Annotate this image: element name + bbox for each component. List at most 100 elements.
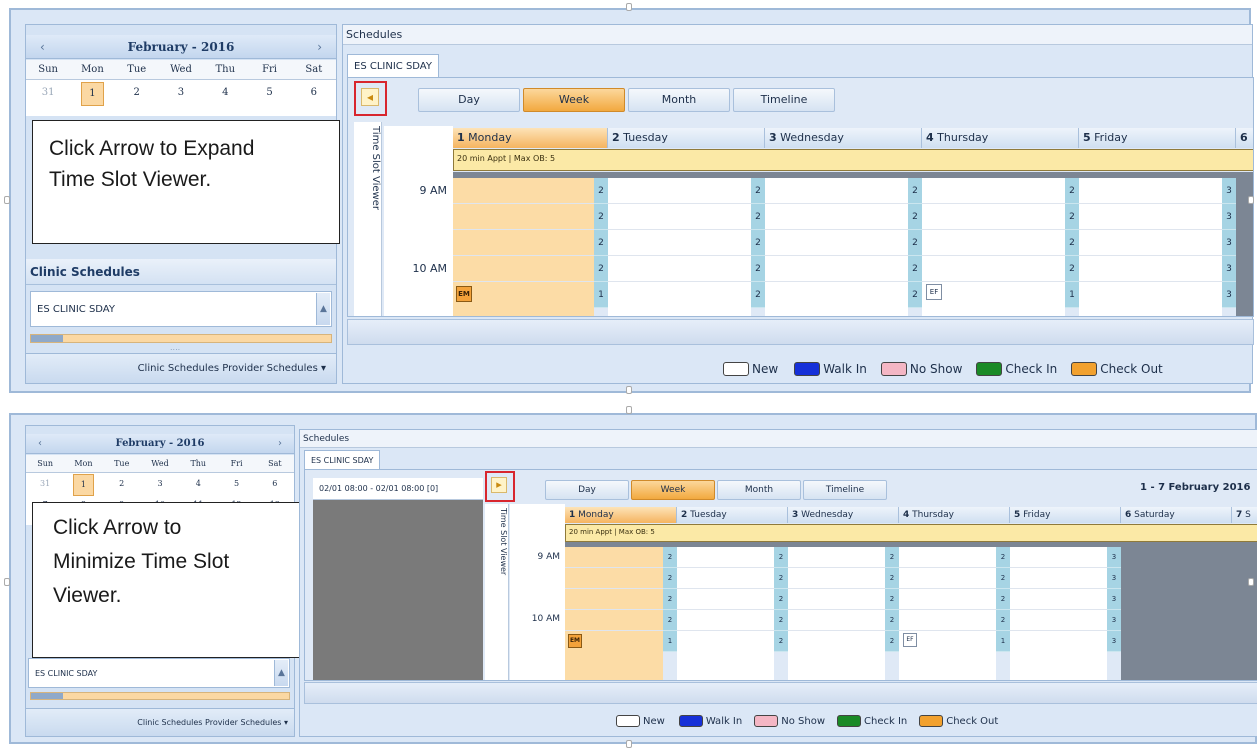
appointment-em[interactable]: EM	[568, 634, 582, 648]
tab-es-clinic-sday[interactable]: ES CLINIC SDAY	[304, 450, 381, 470]
tab-dropdown-icon[interactable]: ▾	[284, 718, 288, 727]
time-slot[interactable]	[788, 547, 885, 568]
day-header-saturday[interactable]: 6	[1236, 128, 1253, 148]
calendar-day[interactable]: 6	[256, 474, 294, 494]
day-header-wednesday[interactable]: 3 Wednesday	[788, 507, 899, 523]
calendar-day-selected[interactable]: 1	[70, 82, 114, 106]
day-column-wednesday[interactable]	[788, 547, 885, 680]
day-view-button[interactable]: Day	[418, 88, 520, 112]
day-column-monday[interactable]	[565, 547, 663, 680]
appointment-ef[interactable]: EF	[926, 284, 942, 300]
clinic-schedules-tab[interactable]: Clinic Schedules	[138, 363, 220, 374]
prev-month-button[interactable]: ‹	[40, 35, 45, 59]
day-column-friday[interactable]	[1010, 547, 1107, 680]
time-slot[interactable]	[1079, 230, 1222, 256]
time-slot[interactable]	[1079, 178, 1222, 204]
day-header-thursday[interactable]: 4 Thursday	[922, 128, 1079, 148]
time-slot[interactable]	[1010, 610, 1107, 631]
time-slot[interactable]	[677, 568, 774, 589]
resize-handle[interactable]	[626, 406, 632, 414]
prev-month-button[interactable]: ‹	[38, 434, 42, 454]
time-slot[interactable]	[899, 568, 996, 589]
allday-appointment-bar[interactable]: 20 min Appt | Max OB: 5	[453, 149, 1253, 171]
timeline-view-button[interactable]: Timeline	[733, 88, 835, 112]
tab-es-clinic-sday[interactable]: ES CLINIC SDAY	[347, 54, 439, 78]
appointment-em[interactable]: EM	[456, 286, 472, 302]
time-slot[interactable]	[765, 178, 908, 204]
time-slot[interactable]	[922, 178, 1065, 204]
day-header-tuesday[interactable]: 2 Tuesday	[608, 128, 765, 148]
day-header-wednesday[interactable]: 3 Wednesday	[765, 128, 922, 148]
time-slot[interactable]	[922, 204, 1065, 230]
scroll-thumb[interactable]	[31, 693, 63, 699]
week-view-button[interactable]: Week	[523, 88, 625, 112]
resize-handle[interactable]	[4, 578, 10, 586]
resize-handle[interactable]	[4, 196, 10, 204]
calendar-day[interactable]: 2	[115, 82, 159, 104]
time-slot[interactable]	[922, 256, 1065, 282]
calendar-day[interactable]: 5	[217, 474, 255, 494]
time-slot[interactable]	[453, 230, 594, 256]
appointment-ef[interactable]: EF	[903, 633, 917, 647]
time-slot[interactable]	[788, 568, 885, 589]
next-month-button[interactable]: ›	[317, 35, 322, 59]
day-header-tuesday[interactable]: 2 Tuesday	[677, 507, 788, 523]
resize-handle[interactable]	[626, 386, 632, 394]
scroll-thumb[interactable]	[31, 335, 63, 342]
time-slot[interactable]	[677, 610, 774, 631]
day-header-monday[interactable]: 1 Monday	[565, 507, 677, 523]
day-header-saturday[interactable]: 6 Saturday	[1121, 507, 1232, 523]
time-slot[interactable]	[1079, 256, 1222, 282]
clinic-list[interactable]: ES CLINIC SDAY	[28, 658, 290, 688]
time-slot-viewer-label[interactable]: Time Slot Viewer	[354, 122, 382, 316]
time-slot[interactable]	[765, 204, 908, 230]
time-slot[interactable]	[788, 589, 885, 610]
week-view-button[interactable]: Week	[631, 480, 715, 500]
time-slot[interactable]	[1010, 568, 1107, 589]
provider-schedules-tab[interactable]: Provider Schedules	[222, 363, 318, 374]
day-header-friday[interactable]: 5 Friday	[1010, 507, 1121, 523]
month-view-button[interactable]: Month	[717, 480, 801, 500]
calendar-day[interactable]: 31	[26, 474, 64, 494]
day-header-monday[interactable]: 1 Monday	[453, 128, 608, 148]
time-slot[interactable]	[565, 610, 663, 631]
calendar-day[interactable]: 2	[103, 474, 141, 494]
month-view-button[interactable]: Month	[628, 88, 730, 112]
provider-schedules-tab[interactable]: Provider Schedules	[205, 718, 281, 727]
time-slot[interactable]	[565, 568, 663, 589]
day-column-monday[interactable]	[453, 178, 594, 316]
horizontal-scrollbar[interactable]	[30, 692, 290, 700]
resize-handle[interactable]	[626, 3, 632, 11]
clinic-list[interactable]: ES CLINIC SDAY	[30, 291, 332, 327]
time-slot[interactable]	[1010, 547, 1107, 568]
time-slot[interactable]	[899, 610, 996, 631]
clinic-list-item[interactable]: ES CLINIC SDAY	[35, 669, 97, 678]
splitter-grip[interactable]: ....	[170, 343, 180, 352]
time-slot[interactable]	[899, 547, 996, 568]
timeline-view-button[interactable]: Timeline	[803, 480, 887, 500]
time-slot[interactable]	[608, 178, 751, 204]
time-slot[interactable]	[608, 230, 751, 256]
day-header-sunday[interactable]: 7 S	[1232, 507, 1257, 523]
tab-dropdown-icon[interactable]: ▾	[321, 363, 326, 374]
resize-handle[interactable]	[626, 740, 632, 748]
allday-appointment-bar[interactable]: 20 min Appt | Max OB: 5	[565, 524, 1257, 542]
day-column-thursday[interactable]	[899, 547, 996, 680]
time-slot[interactable]	[677, 547, 774, 568]
calendar-day[interactable]: 6	[292, 82, 336, 104]
time-slot[interactable]	[453, 256, 594, 282]
time-slot[interactable]	[922, 230, 1065, 256]
day-header-thursday[interactable]: 4 Thursday	[899, 507, 1010, 523]
calendar-day[interactable]: 4	[203, 82, 247, 104]
calendar-day[interactable]: 3	[141, 474, 179, 494]
time-slot[interactable]	[453, 178, 594, 204]
time-slot[interactable]	[899, 589, 996, 610]
time-slot[interactable]	[608, 204, 751, 230]
day-view-button[interactable]: Day	[545, 480, 629, 500]
day-column-tuesday[interactable]	[608, 178, 751, 316]
time-slot[interactable]	[453, 204, 594, 230]
resize-handle[interactable]	[1248, 578, 1254, 586]
time-slot[interactable]	[788, 610, 885, 631]
calendar-day-selected[interactable]: 1	[64, 474, 102, 496]
day-column-tuesday[interactable]	[677, 547, 774, 680]
